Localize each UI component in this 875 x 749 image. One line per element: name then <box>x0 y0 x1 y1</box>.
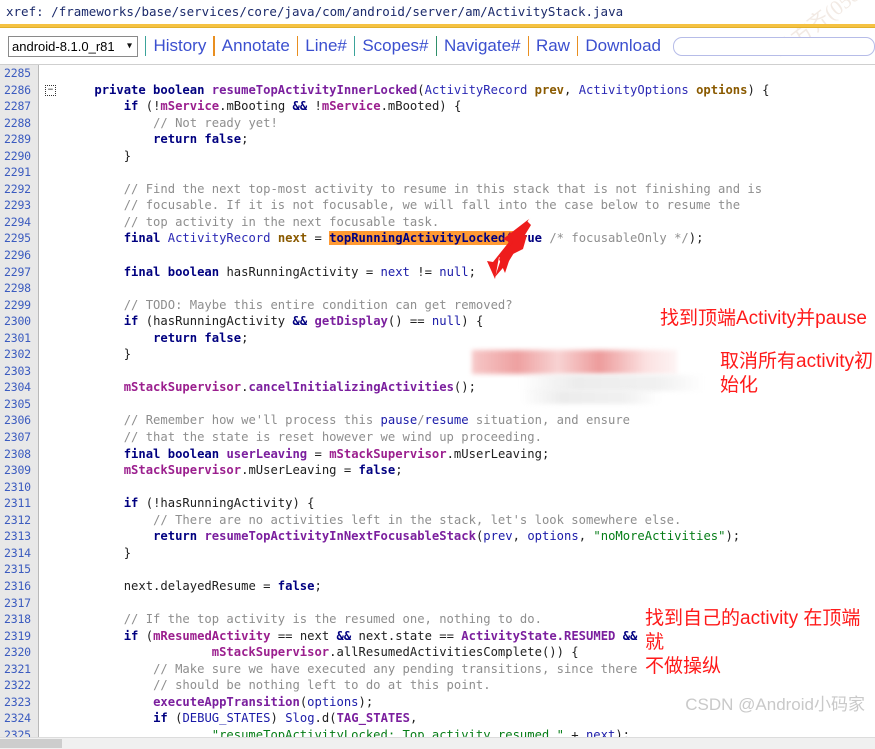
line-number[interactable]: 2308 <box>0 446 38 463</box>
horizontal-scrollbar[interactable] <box>0 737 875 749</box>
line-number[interactable]: 2319 <box>0 628 38 645</box>
line-number[interactable]: 2318 <box>0 611 38 628</box>
line-number[interactable]: 2301 <box>0 330 38 347</box>
line-number[interactable]: 2304 <box>0 379 38 396</box>
line-number[interactable]: 2303 <box>0 363 38 380</box>
line-number[interactable]: 2309 <box>0 462 38 479</box>
xref-label: xref: <box>6 4 44 19</box>
line-number[interactable]: 2315 <box>0 561 38 578</box>
line-number[interactable]: 2321 <box>0 661 38 678</box>
line-number[interactable]: 2300 <box>0 313 38 330</box>
line-number[interactable]: 2287 <box>0 98 38 115</box>
toolbar-separator <box>576 36 579 56</box>
toolbar-link-navigate[interactable]: Navigate# <box>444 36 521 56</box>
line-number[interactable]: 2285 <box>0 65 38 82</box>
line-number-gutter[interactable]: 2285 2286 2287 2288 2289 2290 2291 2292 2293 2294… <box>0 65 39 737</box>
toolbar-link-history[interactable]: History <box>153 36 206 56</box>
line-number[interactable]: 2312 <box>0 512 38 529</box>
toolbar-link-download[interactable]: Download <box>585 36 661 56</box>
toolbar-separator <box>353 36 356 56</box>
scrollbar-thumb[interactable] <box>0 739 62 748</box>
line-number[interactable]: 2305 <box>0 396 38 413</box>
collapse-fold-icon[interactable]: − <box>45 85 56 96</box>
toolbar-separator <box>527 36 529 56</box>
line-number[interactable]: 2310 <box>0 479 38 496</box>
line-number[interactable]: 2296 <box>0 247 38 264</box>
code-viewer: 2285 2286 2287 2288 2289 2290 2291 2292 2293 2294… <box>0 64 875 737</box>
fold-column: − <box>39 65 65 737</box>
line-number[interactable]: 2324 <box>0 710 38 727</box>
line-number[interactable]: 2294 <box>0 214 38 231</box>
line-number[interactable]: 2307 <box>0 429 38 446</box>
toolbar-link-scopes[interactable]: Scopes# <box>362 36 428 56</box>
code-text: private boolean resumeTopActivityInnerLo… <box>94 82 770 737</box>
toolbar-link-linenum[interactable]: Line# <box>305 36 347 56</box>
line-number[interactable]: 2316 <box>0 578 38 595</box>
toolbar-link-annotate[interactable]: Annotate <box>222 36 290 56</box>
line-number[interactable]: 2313 <box>0 528 38 545</box>
line-number[interactable]: 2286 <box>0 82 38 99</box>
line-number[interactable]: 2299 <box>0 297 38 314</box>
line-number[interactable]: 2302 <box>0 346 38 363</box>
line-number[interactable]: 2306 <box>0 412 38 429</box>
line-number[interactable]: 2297 <box>0 264 38 281</box>
line-number[interactable]: 2325 <box>0 727 38 737</box>
line-number[interactable]: 2290 <box>0 148 38 165</box>
line-number[interactable]: 2288 <box>0 115 38 132</box>
project-select[interactable]: android-8.1.0_r81 <box>8 35 138 57</box>
toolbar-separator <box>213 36 215 56</box>
toolbar-link-raw[interactable]: Raw <box>536 36 570 56</box>
search-input[interactable] <box>673 36 875 56</box>
project-select-wrapper[interactable]: android-8.1.0_r81 ▾ <box>8 35 138 57</box>
line-number[interactable]: 2317 <box>0 595 38 612</box>
toolbar-separator <box>435 36 437 56</box>
line-number[interactable]: 2320 <box>0 644 38 661</box>
line-number[interactable]: 2323 <box>0 694 38 711</box>
line-number[interactable]: 2292 <box>0 181 38 198</box>
line-number[interactable]: 2314 <box>0 545 38 562</box>
line-number[interactable]: 2293 <box>0 197 38 214</box>
line-number[interactable]: 2322 <box>0 677 38 694</box>
code-content[interactable]: private boolean resumeTopActivityInnerLo… <box>65 65 875 737</box>
line-number[interactable]: 2289 <box>0 131 38 148</box>
xref-path-header: xref: /frameworks/base/services/core/jav… <box>0 0 875 24</box>
toolbar-separator <box>145 36 147 56</box>
line-number[interactable]: 2311 <box>0 495 38 512</box>
toolbar: android-8.1.0_r81 ▾ History Annotate Lin… <box>0 28 875 64</box>
xref-file-path: /frameworks/base/services/core/java/com/… <box>51 4 624 19</box>
toolbar-separator <box>296 36 299 56</box>
line-number[interactable]: 2298 <box>0 280 38 297</box>
line-number[interactable]: 2295 <box>0 230 38 247</box>
line-number[interactable]: 2291 <box>0 164 38 181</box>
